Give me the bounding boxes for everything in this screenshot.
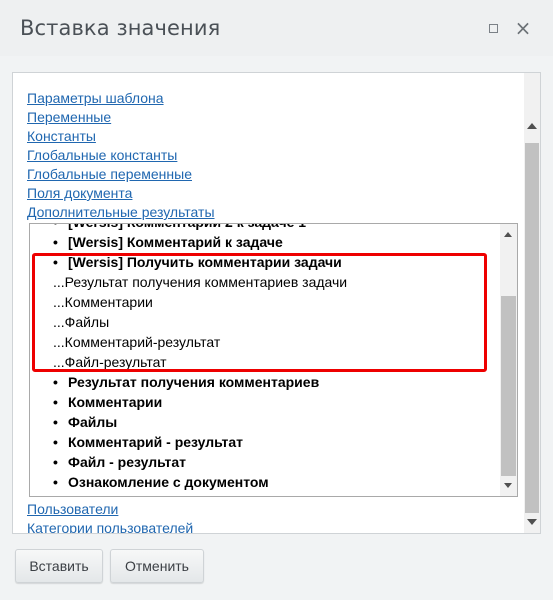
bullet-icon: • bbox=[53, 474, 58, 490]
bullet-icon: • bbox=[53, 434, 58, 450]
scroll-down-arrow-icon[interactable] bbox=[504, 483, 512, 488]
list-item[interactable]: • Ознакомление с документом bbox=[30, 472, 500, 492]
scroll-down-arrow-icon[interactable] bbox=[527, 519, 537, 525]
bullet-icon: • bbox=[53, 454, 58, 470]
section-link-variables[interactable]: Переменные bbox=[27, 108, 215, 127]
content-scrollbar[interactable] bbox=[524, 73, 540, 533]
section-link-additional-results[interactable]: Дополнительные результаты bbox=[27, 203, 215, 222]
bullet-icon: • bbox=[53, 394, 58, 410]
section-link-user-categories[interactable]: Категории пользователей bbox=[27, 519, 193, 533]
scroll-up-arrow-icon[interactable] bbox=[504, 232, 512, 237]
list-item[interactable]: •[Wersis] Комментарий 2 к задаче 1 bbox=[30, 224, 500, 232]
scroll-up-arrow-icon[interactable] bbox=[527, 123, 537, 129]
list-item-label: Результат получения комментариев bbox=[68, 374, 320, 390]
list-item-label: Файлы bbox=[68, 414, 118, 430]
section-link-document-fields[interactable]: Поля документа bbox=[27, 184, 215, 203]
bullet-icon: • bbox=[53, 374, 58, 390]
dialog-titlebar: Вставка значения × bbox=[0, 0, 553, 56]
close-icon[interactable]: × bbox=[513, 16, 533, 40]
list-item[interactable]: • [Wersis] Комментарий к задаче bbox=[30, 232, 500, 252]
list-item-label: [Wersis] Комментарий 2 к задаче 1 bbox=[68, 224, 306, 230]
section-link-constants[interactable]: Константы bbox=[27, 127, 215, 146]
listbox-scrollbar[interactable] bbox=[500, 224, 517, 496]
cancel-button[interactable]: Отменить bbox=[110, 549, 204, 583]
section-link-global-variables[interactable]: Глобальные переменные bbox=[27, 165, 215, 184]
list-item-label: Комментарий - результат bbox=[68, 434, 244, 450]
list-item[interactable]: • Результат получения комментариев bbox=[30, 372, 500, 392]
list-item[interactable]: • Файлы bbox=[30, 412, 500, 432]
section-link-users[interactable]: Пользователи bbox=[27, 500, 193, 519]
bullet-icon: • bbox=[53, 234, 58, 250]
list-item[interactable]: • Файл - результат bbox=[30, 452, 500, 472]
insert-button[interactable]: Вставить bbox=[15, 549, 103, 583]
listbox-scroll-thumb[interactable] bbox=[501, 296, 516, 476]
bullet-icon: • bbox=[53, 224, 68, 232]
list-item[interactable]: • Комментарии bbox=[30, 392, 500, 412]
bullet-icon: • bbox=[53, 414, 58, 430]
list-item-label: Комментарии bbox=[68, 394, 163, 410]
list-item[interactable]: • Комментарий - результат bbox=[30, 432, 500, 452]
highlight-annotation-box bbox=[32, 253, 487, 372]
section-link-global-constants[interactable]: Глобальные константы bbox=[27, 146, 215, 165]
section-links-bottom: Пользователи Категории пользователей bbox=[27, 500, 193, 533]
list-item-label: [Wersis] Комментарий к задаче bbox=[68, 234, 283, 250]
section-link-template-params[interactable]: Параметры шаблона bbox=[27, 89, 215, 108]
maximize-icon[interactable] bbox=[484, 20, 502, 38]
section-links-top: Параметры шаблона Переменные Константы Г… bbox=[27, 89, 215, 222]
list-item-label: Файл - результат bbox=[68, 454, 186, 470]
list-item-label: Ознакомление с документом bbox=[68, 474, 269, 490]
dialog-title: Вставка значения bbox=[20, 16, 221, 40]
insert-value-dialog: Вставка значения × Параметры шаблона Пер… bbox=[0, 0, 553, 600]
content-scroll-thumb[interactable] bbox=[525, 143, 539, 513]
